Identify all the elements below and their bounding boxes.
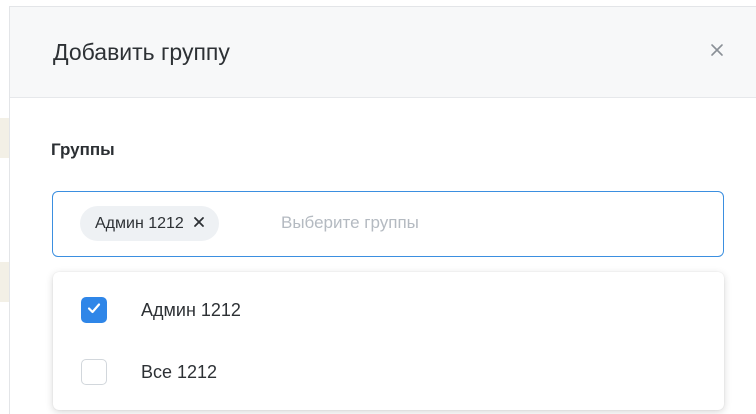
close-button[interactable]: [702, 37, 732, 67]
background-page-edge: [0, 118, 9, 158]
groups-field-label: Группы: [51, 140, 115, 159]
dropdown-option-all-1212[interactable]: Все 1212: [53, 344, 724, 400]
checkbox-checked[interactable]: [81, 297, 107, 323]
add-group-modal: Добавить группу Группы Админ 1212 Выбери…: [9, 6, 756, 414]
option-label: Все 1212: [141, 361, 218, 382]
groups-select[interactable]: Админ 1212: [52, 191, 724, 257]
tag-label: Админ 1212: [95, 214, 184, 232]
dropdown-option-admin-1212[interactable]: Админ 1212: [53, 282, 724, 338]
modal-header: Добавить группу: [10, 7, 756, 98]
background-page-edge: [0, 262, 9, 302]
modal-title: Добавить группу: [53, 39, 230, 65]
tag-remove-button[interactable]: [193, 215, 205, 233]
checkmark-icon: [86, 300, 102, 321]
close-icon: [193, 215, 205, 233]
page: Добавить группу Группы Админ 1212 Выбери…: [0, 0, 756, 414]
checkbox-unchecked[interactable]: [81, 359, 107, 385]
option-label: Админ 1212: [141, 299, 241, 320]
close-icon: [709, 42, 725, 63]
groups-dropdown: Админ 1212 Все 1212: [53, 272, 724, 410]
selected-group-tag: Админ 1212: [80, 206, 219, 241]
groups-search-input[interactable]: [281, 207, 581, 239]
